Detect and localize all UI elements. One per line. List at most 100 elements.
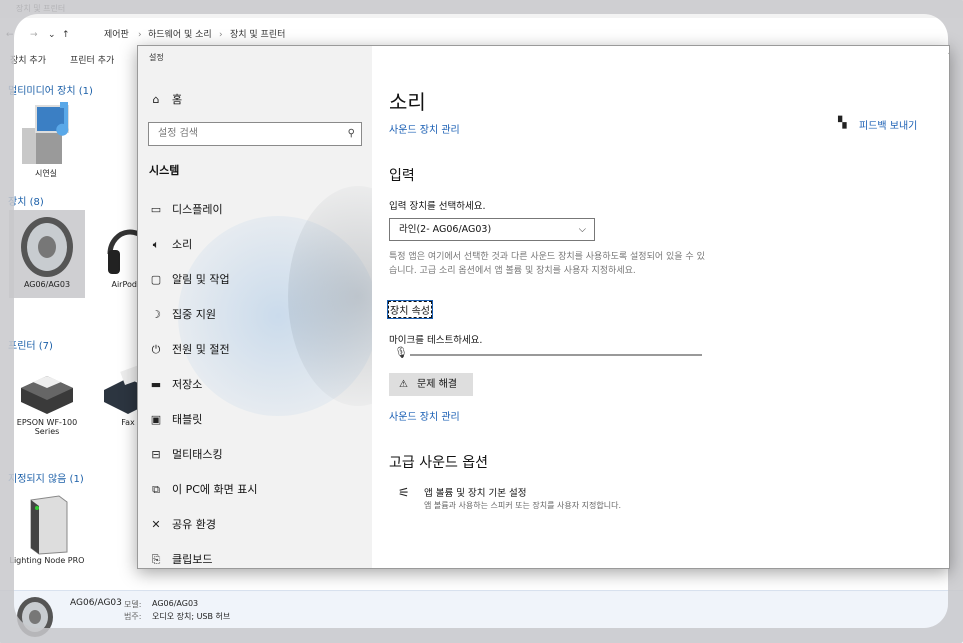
back-icon[interactable]: ← — [6, 24, 14, 46]
manage-sound-devices-link-top[interactable]: 사운드 장치 관리 — [389, 121, 460, 136]
nav-focus-assist[interactable]: ☽ 집중 지원 — [138, 297, 372, 332]
device-properties-link[interactable]: 장치 속성 — [387, 300, 433, 319]
app-volume-title: 앱 볼륨 및 장치 기본 설정 — [424, 488, 527, 499]
minimize-icon[interactable]: – — [948, 48, 949, 59]
monitor-icon: ▭ — [150, 203, 162, 216]
nav-label: 멀티태스킹 — [172, 448, 223, 461]
settings-search-input[interactable]: 설정 검색 ⚲ — [148, 122, 362, 146]
mic-level-meter — [410, 354, 702, 356]
advanced-heading: 고급 사운드 옵션 — [389, 455, 489, 471]
details-pane: AG06/AG03 모델: AG06/AG03 범주: 오디오 장치; USB … — [0, 590, 963, 643]
search-icon[interactable]: ⚲ — [348, 123, 355, 145]
nav-label: 집중 지원 — [172, 308, 216, 321]
up-icon[interactable]: ↑ — [62, 24, 70, 46]
group-multimedia[interactable]: 멀티미디어 장치 (1) — [8, 82, 93, 97]
nav-share[interactable]: ✕ 공유 환경 — [138, 507, 372, 542]
feedback-icon[interactable]: ▚ — [838, 116, 846, 129]
recent-dropdown-icon[interactable]: ⌄ — [48, 24, 56, 46]
forward-icon[interactable]: → — [30, 24, 38, 46]
multitask-icon: ⊟ — [151, 448, 161, 461]
nav-display[interactable]: ▭ 디스플레이 — [138, 192, 372, 227]
device-label: Fax — [121, 418, 135, 427]
microphone-icon: 🎙︎ — [394, 346, 408, 359]
home-icon: ⌂ — [152, 93, 160, 106]
settings-window-title: 설정 — [149, 53, 164, 62]
storage-icon: ▬ — [150, 378, 162, 391]
speaker-device-icon — [21, 217, 73, 277]
add-printer-button[interactable]: 프린터 추가 — [70, 50, 114, 72]
device-lighting-node[interactable]: Lighting Node PRO — [9, 492, 85, 565]
share-icon: ✕ — [151, 518, 161, 531]
project-icon: ⧉ — [152, 483, 160, 496]
nav-section-heading: 시스템 — [149, 164, 180, 177]
breadcrumb-1[interactable]: 하드웨어 및 소리 — [148, 24, 212, 46]
media-device-icon — [22, 102, 69, 164]
details-category-value: 오디오 장치; USB 허브 — [152, 612, 231, 621]
nav-clipboard[interactable]: ⎘ 클립보드 — [138, 542, 372, 568]
notification-icon: ▢ — [150, 273, 162, 286]
add-device-button[interactable]: 장치 추가 — [10, 50, 46, 72]
explorer-title: 장치 및 프린터 — [16, 4, 66, 13]
details-model-value: AG06/AG03 — [152, 599, 199, 608]
explorer-titlebar: 장치 및 프린터 — [0, 0, 963, 18]
details-category-label: 범주: — [124, 612, 142, 621]
group-devices[interactable]: 장치 (8) — [8, 193, 44, 208]
input-info-text: 특정 앱은 여기에서 선택한 것과 다른 사운드 장치를 사용하도록 설정되어 … — [389, 252, 705, 276]
nav-tablet[interactable]: ▣ 태블릿 — [138, 402, 372, 437]
mic-test-label: 마이크를 테스트하세요. — [389, 335, 483, 346]
nav-power[interactable]: ⏻ 전원 및 절전 — [138, 332, 372, 367]
details-device-name: AG06/AG03 — [70, 598, 122, 608]
nav-label: 디스플레이 — [172, 203, 223, 216]
app-volume-desc: 앱 볼륨과 사용하는 스피커 또는 장치를 사용자 지정합니다. — [424, 501, 621, 510]
nav-label: 알림 및 작업 — [172, 273, 230, 286]
speaker-icon: 🔈︎ — [152, 238, 160, 251]
nav-home-label: 홈 — [172, 93, 183, 106]
group-unspecified[interactable]: 지정되지 않음 (1) — [8, 470, 84, 485]
input-heading: 입력 — [389, 168, 415, 184]
device-ag06[interactable]: AG06/AG03 — [9, 214, 85, 289]
settings-nav-pane: 설정 ⌂ 홈 설정 검색 ⚲ 시스템 ▭ 디스플레이 🔈︎ 소리 ▢ 알림 및 … — [138, 46, 372, 568]
nav-project[interactable]: ⧉ 이 PC에 화면 표시 — [138, 472, 372, 507]
device-label: EPSON WF-100 Series — [16, 418, 78, 436]
page-title: 소리 — [389, 90, 426, 114]
address-bar[interactable]: ← → ⌄ ↑ 제어판 › 하드웨어 및 소리 › 장치 및 프린터 — [0, 24, 963, 46]
device-epson[interactable]: EPSON WF-100 Series — [9, 362, 85, 436]
breadcrumb-2[interactable]: 장치 및 프린터 — [230, 24, 285, 46]
nav-storage[interactable]: ▬ 저장소 — [138, 367, 372, 402]
troubleshoot-label: 문제 해결 — [417, 379, 457, 390]
printer-icon — [21, 376, 73, 414]
selected-input-device: 라인(2- AG06/AG03) — [399, 224, 492, 235]
breadcrumb-separator: › — [138, 30, 142, 40]
nav-sound[interactable]: 🔈︎ 소리 — [138, 227, 372, 262]
device-theater[interactable]: 시연실 — [8, 100, 84, 179]
nav-home[interactable]: ⌂ 홈 — [138, 82, 372, 117]
nav-label: 클립보드 — [172, 553, 213, 566]
warning-icon: ⚠ — [399, 379, 408, 390]
settings-content-pane: – 소리 사운드 장치 관리 ▚ 피드백 보내기 입력 입력 장치를 선택하세요… — [372, 46, 949, 568]
nav-label: 전원 및 절전 — [172, 343, 230, 356]
generic-device-icon — [30, 495, 68, 555]
details-model-label: 모델: — [124, 600, 142, 609]
power-icon: ⏻ — [151, 343, 161, 356]
chevron-down-icon: ⌵ — [578, 224, 586, 235]
nav-notifications[interactable]: ▢ 알림 및 작업 — [138, 262, 372, 297]
nav-label: 태블릿 — [172, 413, 203, 426]
nav-label: 이 PC에 화면 표시 — [172, 483, 258, 496]
group-printers[interactable]: 프린터 (7) — [8, 337, 53, 352]
sliders-icon: ⚟ — [398, 486, 410, 501]
app-volume-option[interactable]: ⚟ 앱 볼륨 및 장치 기본 설정 앱 볼륨과 사용하는 스피커 또는 장치를 … — [389, 482, 729, 512]
breadcrumb-separator: › — [219, 30, 223, 40]
troubleshoot-button[interactable]: ⚠ 문제 해결 — [389, 373, 473, 396]
moon-icon: ☽ — [151, 308, 161, 321]
manage-sound-devices-link-bottom[interactable]: 사운드 장치 관리 — [389, 408, 460, 423]
breadcrumb-0[interactable]: 제어판 — [104, 24, 129, 46]
nav-label: 저장소 — [172, 378, 203, 391]
settings-window: 설정 ⌂ 홈 설정 검색 ⚲ 시스템 ▭ 디스플레이 🔈︎ 소리 ▢ 알림 및 … — [137, 45, 950, 569]
choose-input-label: 입력 장치를 선택하세요. — [389, 201, 486, 212]
nav-multitasking[interactable]: ⊟ 멀티태스킹 — [138, 437, 372, 472]
send-feedback-link[interactable]: 피드백 보내기 — [859, 117, 917, 132]
nav-label: 공유 환경 — [172, 518, 216, 531]
speaker-device-icon — [17, 597, 53, 637]
input-device-select[interactable]: 라인(2- AG06/AG03) ⌵ — [389, 218, 595, 241]
device-label: Lighting Node PRO — [9, 556, 85, 565]
